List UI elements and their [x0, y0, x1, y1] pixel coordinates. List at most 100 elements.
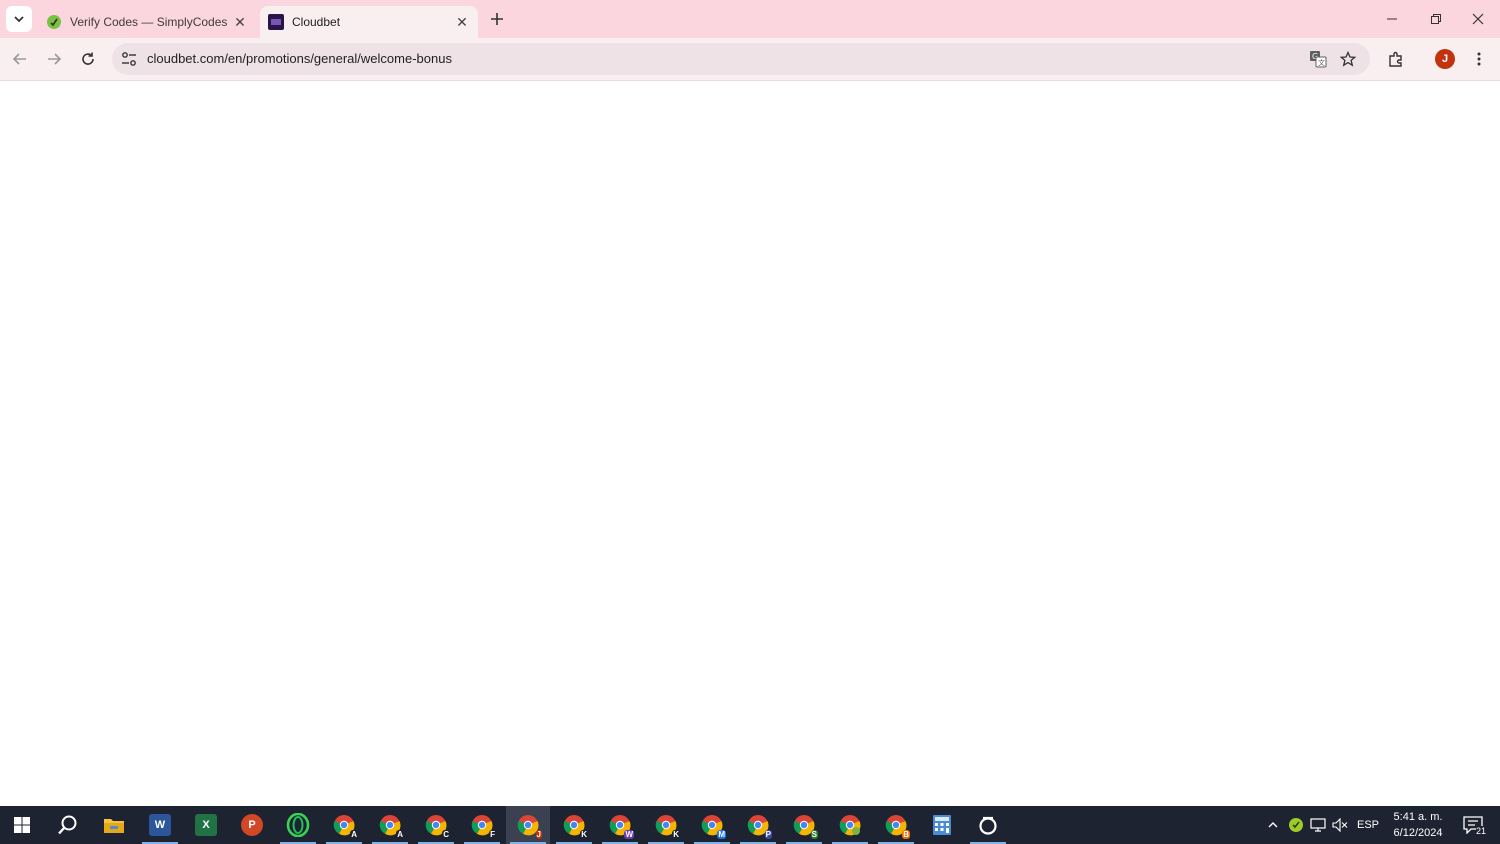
url-text[interactable]: cloudbet.com/en/promotions/general/welco… — [147, 51, 452, 66]
close-window-button[interactable] — [1456, 0, 1500, 38]
notification-count: 21 — [1475, 826, 1486, 836]
reload-button[interactable] — [74, 45, 102, 73]
chrome-icon: A — [333, 814, 358, 839]
network-icon — [1310, 818, 1326, 832]
volume-muted-icon — [1332, 818, 1348, 832]
profile-letter: S — [810, 830, 818, 839]
chrome-icon: C — [425, 814, 450, 839]
chrome-icon: A — [379, 814, 404, 839]
windows-start-icon — [14, 817, 30, 833]
arrow-right-icon — [48, 53, 62, 65]
taskbar-calculator[interactable] — [920, 806, 964, 844]
site-settings-icon[interactable] — [120, 50, 138, 68]
taskbar-chrome-f[interactable]: F — [460, 806, 504, 844]
show-hidden-icons-button[interactable] — [1262, 806, 1284, 844]
volume-button[interactable] — [1329, 806, 1351, 844]
puzzle-icon — [1389, 51, 1402, 67]
chrome-icon: J — [517, 814, 542, 839]
taskbar-chrome-g[interactable] — [828, 806, 872, 844]
input-language[interactable]: ESP — [1354, 806, 1382, 844]
chrome-icon: K — [655, 814, 680, 839]
profile-letter: F — [489, 830, 496, 839]
translate-icon: G 文 — [1310, 51, 1327, 68]
close-icon — [1472, 13, 1484, 25]
taskbar-chrome-p[interactable]: P — [736, 806, 780, 844]
word-icon: W — [149, 814, 171, 836]
tab-title: Verify Codes — SimplyCodes — [70, 15, 228, 29]
taskbar-powerpoint[interactable]: P — [230, 806, 274, 844]
taskbar-excel[interactable]: X — [184, 806, 228, 844]
close-icon[interactable]: ✕ — [230, 12, 250, 32]
profile-letter: A — [396, 830, 404, 839]
chrome-icon: M — [701, 814, 726, 839]
profile-button[interactable]: J — [1431, 45, 1459, 73]
reload-icon — [82, 52, 94, 65]
taskbar-chrome-a2[interactable]: A — [368, 806, 412, 844]
arrow-left-icon — [12, 53, 26, 65]
back-button[interactable] — [6, 45, 34, 73]
chrome-icon: S — [793, 814, 818, 839]
chrome-icon: W — [609, 814, 634, 839]
tab-simplycodes[interactable]: Verify Codes — SimplyCodes ✕ — [36, 6, 256, 38]
excel-icon: X — [195, 814, 217, 836]
chrome-icon: F — [471, 814, 496, 839]
star-icon — [1340, 51, 1356, 67]
minimize-button[interactable] — [1370, 0, 1414, 38]
taskbar-chrome-j[interactable]: J — [506, 806, 550, 844]
minimize-icon — [1387, 18, 1397, 20]
taskbar-opera[interactable] — [276, 806, 320, 844]
chevron-down-icon — [14, 16, 24, 23]
tray-app-button[interactable] — [1285, 806, 1307, 844]
start-button[interactable] — [0, 806, 44, 844]
opera-icon — [286, 813, 310, 837]
clock-time: 5:41 a. m. — [1393, 811, 1443, 823]
taskbar-chrome-s[interactable]: S — [782, 806, 826, 844]
taskbar-other-app[interactable] — [966, 806, 1010, 844]
taskbar-chrome-b[interactable]: B — [874, 806, 918, 844]
taskbar-file-explorer[interactable] — [92, 806, 136, 844]
menu-button[interactable] — [1465, 45, 1493, 73]
profile-letter: B — [902, 830, 910, 839]
page-content — [0, 82, 1500, 806]
new-tab-button[interactable] — [484, 6, 510, 32]
taskbar-search-button[interactable] — [46, 806, 90, 844]
profile-letter: M — [717, 830, 726, 839]
search-icon — [58, 815, 77, 835]
bookmark-button[interactable] — [1338, 49, 1358, 69]
simplycodes-leaf-icon — [47, 15, 61, 29]
notifications-button[interactable]: 21 — [1458, 812, 1488, 838]
taskbar-chrome-k2[interactable]: K — [644, 806, 688, 844]
close-icon[interactable]: ✕ — [452, 12, 472, 32]
restore-button[interactable] — [1414, 0, 1458, 38]
clock-date: 6/12/2024 — [1393, 827, 1443, 839]
forward-button[interactable] — [40, 45, 68, 73]
profile-letter: K — [580, 830, 588, 839]
taskbar-chrome-c[interactable]: C — [414, 806, 458, 844]
taskbar-chrome-w[interactable]: W — [598, 806, 642, 844]
taskbar-word[interactable]: W — [138, 806, 182, 844]
translate-button[interactable]: G 文 — [1308, 49, 1328, 69]
windows-taskbar: W X P A A C F J K W K M P S B ESP 5:41 a… — [0, 806, 1500, 844]
tab-strip: Verify Codes — SimplyCodes ✕ Cloudbet ✕ — [0, 0, 1500, 38]
tray-app-icon — [1289, 818, 1303, 832]
powerpoint-icon: P — [241, 814, 263, 836]
plus-icon — [491, 13, 503, 25]
network-button[interactable] — [1307, 806, 1329, 844]
ring-icon — [979, 816, 997, 835]
taskbar-chrome-m[interactable]: M — [690, 806, 734, 844]
tab-search-button[interactable] — [6, 6, 32, 32]
profile-letter: C — [442, 830, 450, 839]
taskbar-chrome-a[interactable]: A — [322, 806, 366, 844]
browser-toolbar: cloudbet.com/en/promotions/general/welco… — [0, 38, 1500, 81]
profile-letter: A — [350, 830, 358, 839]
taskbar-chrome-k[interactable]: K — [552, 806, 596, 844]
cloudbet-icon — [268, 14, 284, 30]
chrome-icon — [839, 814, 861, 836]
clock[interactable]: 5:41 a. m. 6/12/2024 — [1384, 809, 1452, 841]
tab-cloudbet[interactable]: Cloudbet ✕ — [260, 6, 478, 38]
extensions-button[interactable] — [1382, 45, 1410, 73]
address-bar[interactable]: cloudbet.com/en/promotions/general/welco… — [112, 43, 1370, 75]
svg-text:文: 文 — [1318, 58, 1325, 67]
tab-title: Cloudbet — [292, 15, 341, 29]
chrome-icon: B — [885, 814, 910, 839]
